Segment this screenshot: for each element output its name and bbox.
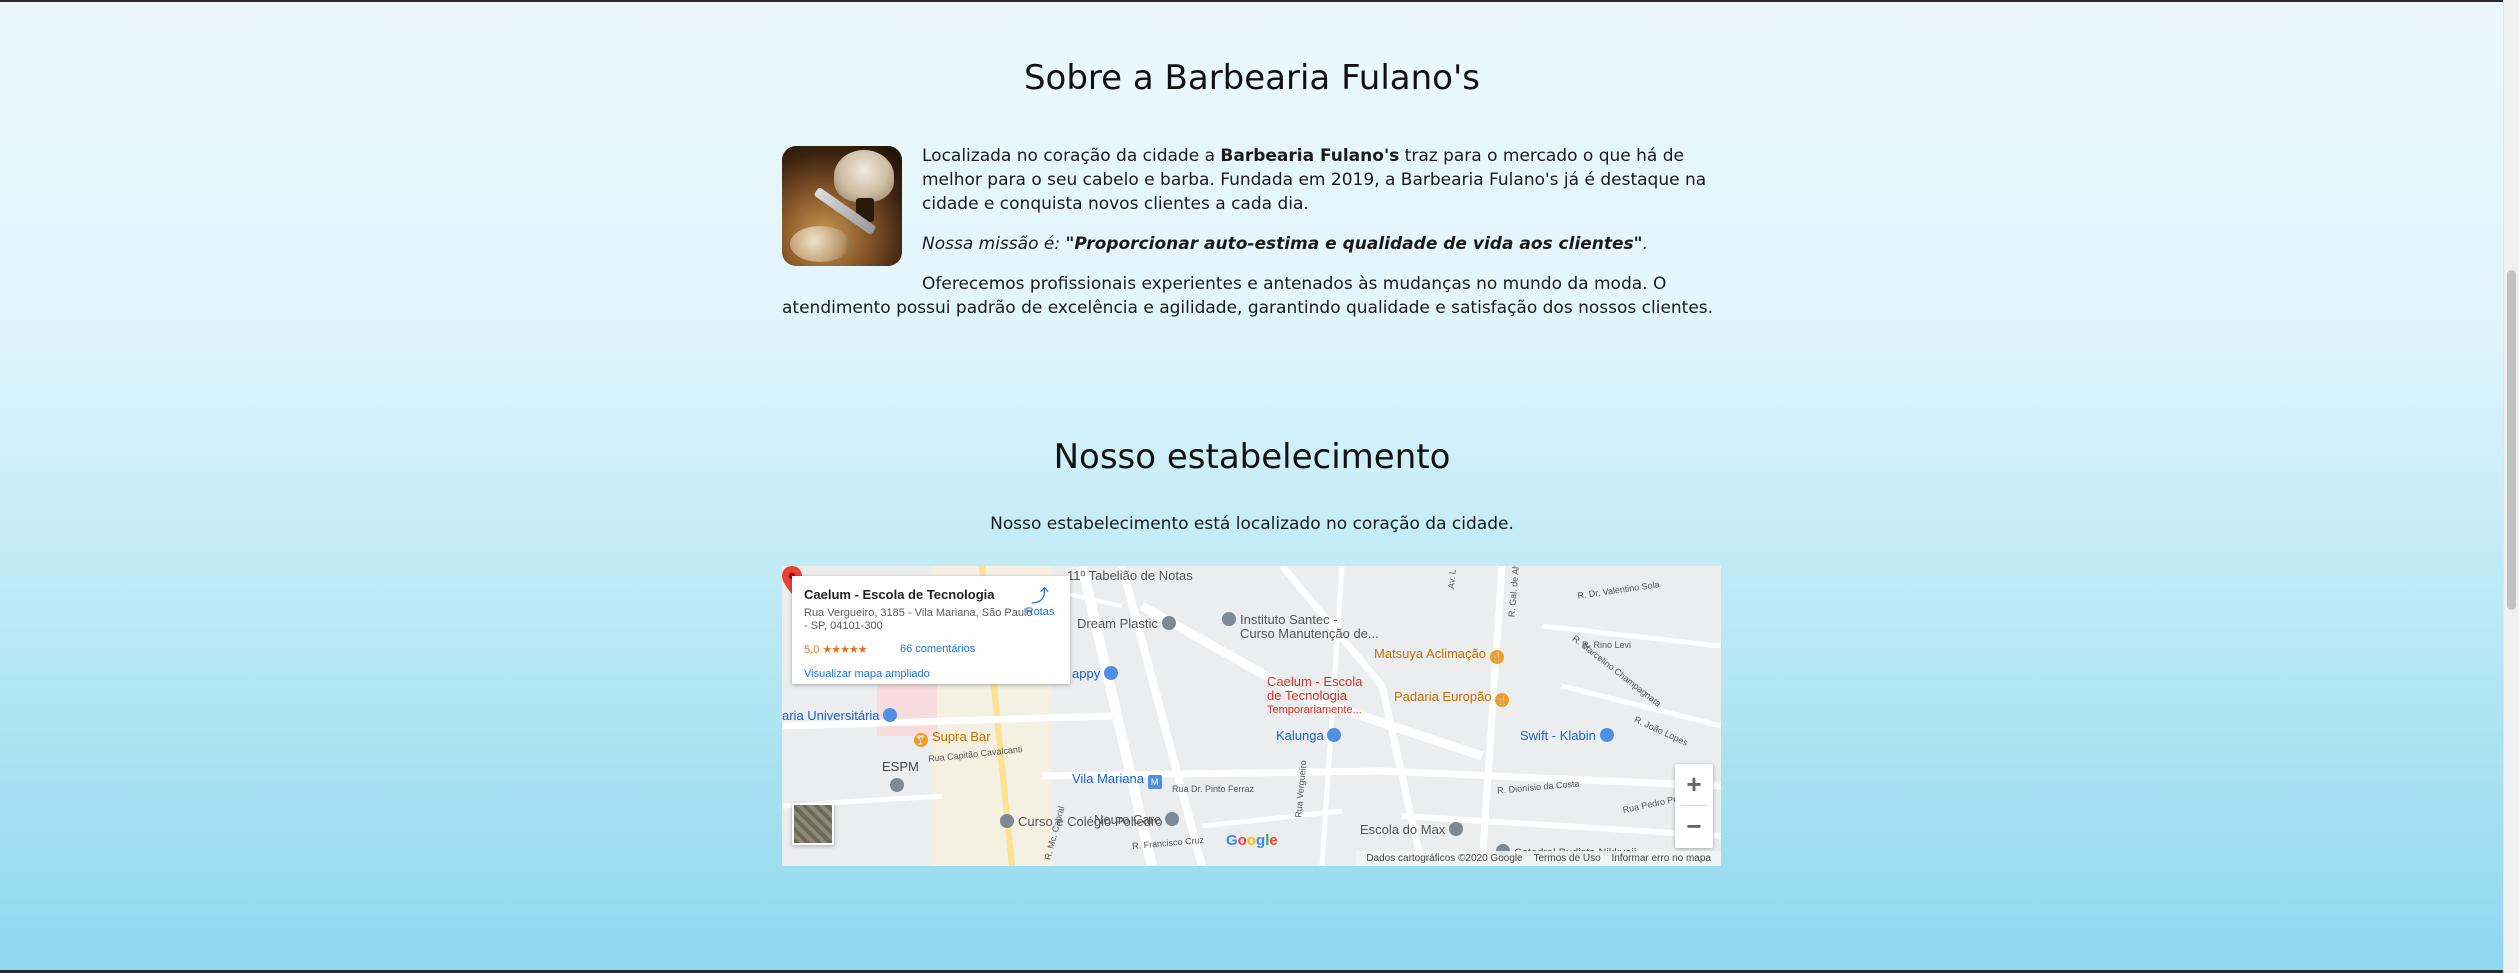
about-paragraph-1: Localizada no coração da cidade a Barbea… bbox=[922, 146, 1707, 214]
zoom-controls: + − bbox=[1675, 764, 1713, 848]
barber-kit-image bbox=[782, 146, 902, 266]
zoom-out-button[interactable]: − bbox=[1675, 806, 1713, 846]
report-error-link[interactable]: Informar erro no mapa bbox=[1612, 853, 1712, 864]
poi-universitaria[interactable]: aria Universitária bbox=[782, 708, 901, 723]
place-address: Rua Vergueiro, 3185 - Vila Mariana, São … bbox=[804, 607, 1033, 632]
street-label: Rua Dr. Pinto Ferraz bbox=[1172, 784, 1255, 794]
directions-icon: ⤴ bbox=[1031, 586, 1049, 606]
terms-link[interactable]: Termos de Uso bbox=[1533, 853, 1600, 864]
zoom-in-button[interactable]: + bbox=[1675, 764, 1713, 804]
page-scrollbar[interactable] bbox=[2503, 0, 2519, 973]
poi-supra-bar[interactable]: 🍸 Supra Bar bbox=[914, 729, 991, 747]
poi-espm[interactable] bbox=[890, 778, 908, 793]
reviews-link[interactable]: 66 comentários bbox=[900, 643, 975, 655]
store-subtitle: Nosso estabelecimento está localizado no… bbox=[990, 514, 1514, 534]
top-border bbox=[0, 0, 2504, 2]
map-data-credit: Dados cartográficos ©2020 Google bbox=[1366, 853, 1523, 864]
poi-kalunga[interactable]: Kalunga bbox=[1276, 728, 1345, 743]
larger-map-link[interactable]: Visualizar mapa ampliado bbox=[804, 668, 930, 680]
pin-label[interactable]: Caelum - Escola de Tecnologia Temporaria… bbox=[1267, 675, 1362, 717]
rating-stars-icon: ★★★★★ bbox=[822, 644, 867, 656]
about-paragraph-3: Oferecemos profissionais experientes e a… bbox=[782, 274, 1714, 318]
mission-paragraph: Nossa missão é: "Proporcionar auto-estim… bbox=[922, 234, 1648, 254]
poi-escola-max[interactable]: Escola do Max bbox=[1360, 822, 1467, 837]
poi-swift[interactable]: Swift - Klabin bbox=[1520, 728, 1618, 743]
map-label: 11º Tabelião de Notas bbox=[1067, 568, 1193, 583]
map-attribution: Dados cartográficos ©2020 Google Termos … bbox=[1356, 851, 1721, 866]
google-map[interactable]: 11º Tabelião de Notas Dream Plastic Inst… bbox=[782, 566, 1721, 866]
poi-appy[interactable]: appy bbox=[1072, 666, 1122, 681]
brand-name: Barbearia Fulano's bbox=[1220, 146, 1400, 166]
directions-button[interactable]: ⤴ Rotas bbox=[1020, 586, 1060, 618]
poi-neuro-care[interactable]: Neuro Care bbox=[1094, 812, 1183, 827]
poi-matsuya[interactable]: Matsuya Aclimação 🍴 bbox=[1374, 646, 1508, 664]
place-name: Caelum - Escola de Tecnologia bbox=[804, 587, 995, 602]
about-section: Localizada no coração da cidade a Barbea… bbox=[782, 144, 1722, 336]
place-rating: 5,0 ★★★★★ bbox=[804, 644, 868, 656]
satellite-toggle[interactable] bbox=[792, 803, 834, 845]
scrollbar-thumb[interactable] bbox=[2507, 270, 2516, 610]
store-title: Nosso estabelecimento bbox=[1053, 437, 1451, 477]
poi-santec[interactable]: Instituto Santec - Curso Manutenção de... bbox=[1222, 612, 1379, 641]
street-label: Av. L bbox=[1446, 568, 1458, 590]
google-logo: Google bbox=[1226, 832, 1278, 849]
poi-vila-mariana[interactable]: Vila Mariana M bbox=[1072, 771, 1166, 789]
place-info-card: Caelum - Escola de Tecnologia Rua Vergue… bbox=[792, 576, 1070, 684]
poi-padaria[interactable]: Padaria Europão 🍴 bbox=[1394, 689, 1513, 707]
map-label: ESPM bbox=[882, 759, 919, 774]
about-title: Sobre a Barbearia Fulano's bbox=[1023, 58, 1481, 98]
poi-dream-plastic[interactable]: Dream Plastic bbox=[1077, 616, 1180, 631]
